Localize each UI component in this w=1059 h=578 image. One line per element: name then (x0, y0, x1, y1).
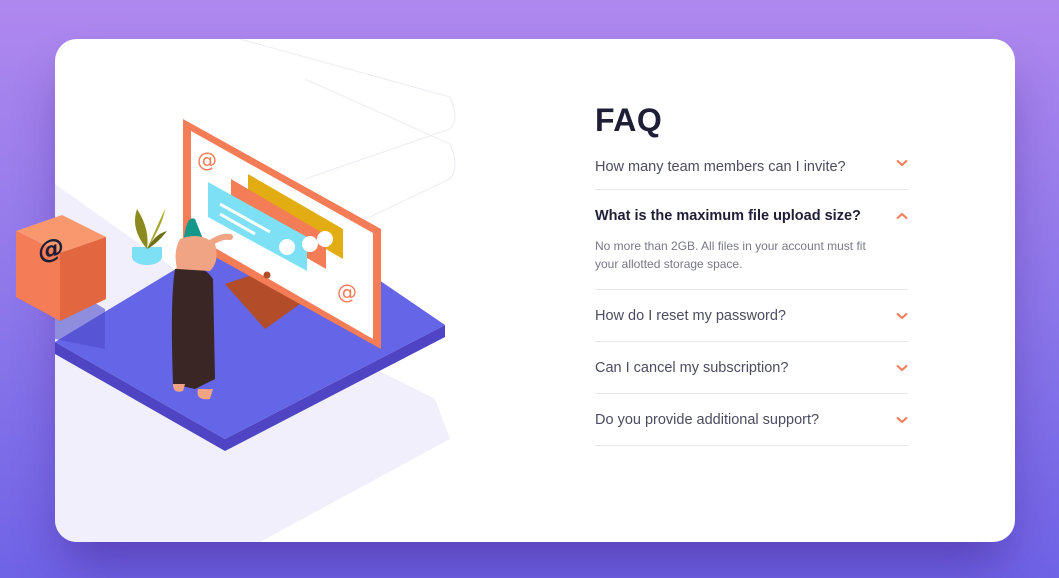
page-title: FAQ (595, 102, 663, 138)
faq-question-row[interactable]: How many team members can I invite? (595, 153, 908, 189)
plant-leaf-3 (147, 231, 167, 249)
faq-question: How many team members can I invite? (595, 159, 846, 175)
plant-leaf-2 (147, 209, 165, 249)
faq-answer: No more than 2GB. All files in your acco… (595, 239, 866, 271)
faq-item[interactable]: Do you provide additional support? (595, 394, 908, 446)
screen-at-icon-2: @ (337, 280, 357, 304)
background-line-1 (239, 39, 456, 180)
faq-item[interactable]: What is the maximum file upload size? No… (595, 190, 908, 290)
faq-question: Can I cancel my subscription? (595, 359, 789, 376)
chevron-down-icon[interactable] (896, 364, 908, 372)
at-symbol-icon: @ (38, 232, 64, 267)
faq-question: How do I reset my password? (595, 307, 786, 324)
screen-at-icon-1: @ (197, 148, 217, 172)
faq-card: @ @ FAQ How many team members can I invi… (55, 39, 1015, 542)
chevron-down-icon[interactable] (896, 159, 908, 167)
chevron-down-icon[interactable] (896, 312, 908, 320)
faq-item[interactable]: How many team members can I invite? (595, 153, 908, 190)
faq-section: FAQ How many team members can I invite? … (595, 99, 908, 446)
faq-question: What is the maximum file upload size? (595, 207, 861, 224)
monitor-button (263, 271, 271, 279)
woman-pants (171, 267, 215, 389)
message-dot-1 (279, 239, 295, 255)
faq-question-row[interactable]: Do you provide additional support? (595, 394, 908, 445)
chevron-up-icon[interactable] (896, 212, 908, 220)
email-cube: @ (16, 215, 106, 321)
faq-item[interactable]: How do I reset my password? (595, 290, 908, 342)
faq-question: Do you provide additional support? (595, 411, 820, 428)
message-dot-2 (302, 236, 318, 252)
faq-item[interactable]: Can I cancel my subscription? (595, 342, 908, 394)
chevron-down-icon[interactable] (896, 416, 908, 424)
message-dot-3 (317, 231, 333, 247)
illustration: @ @ (55, 39, 456, 542)
faq-question-row[interactable]: Can I cancel my subscription? (595, 342, 908, 393)
faq-question-row[interactable]: How do I reset my password? (595, 290, 908, 341)
faq-question-row[interactable]: What is the maximum file upload size? (595, 190, 908, 241)
